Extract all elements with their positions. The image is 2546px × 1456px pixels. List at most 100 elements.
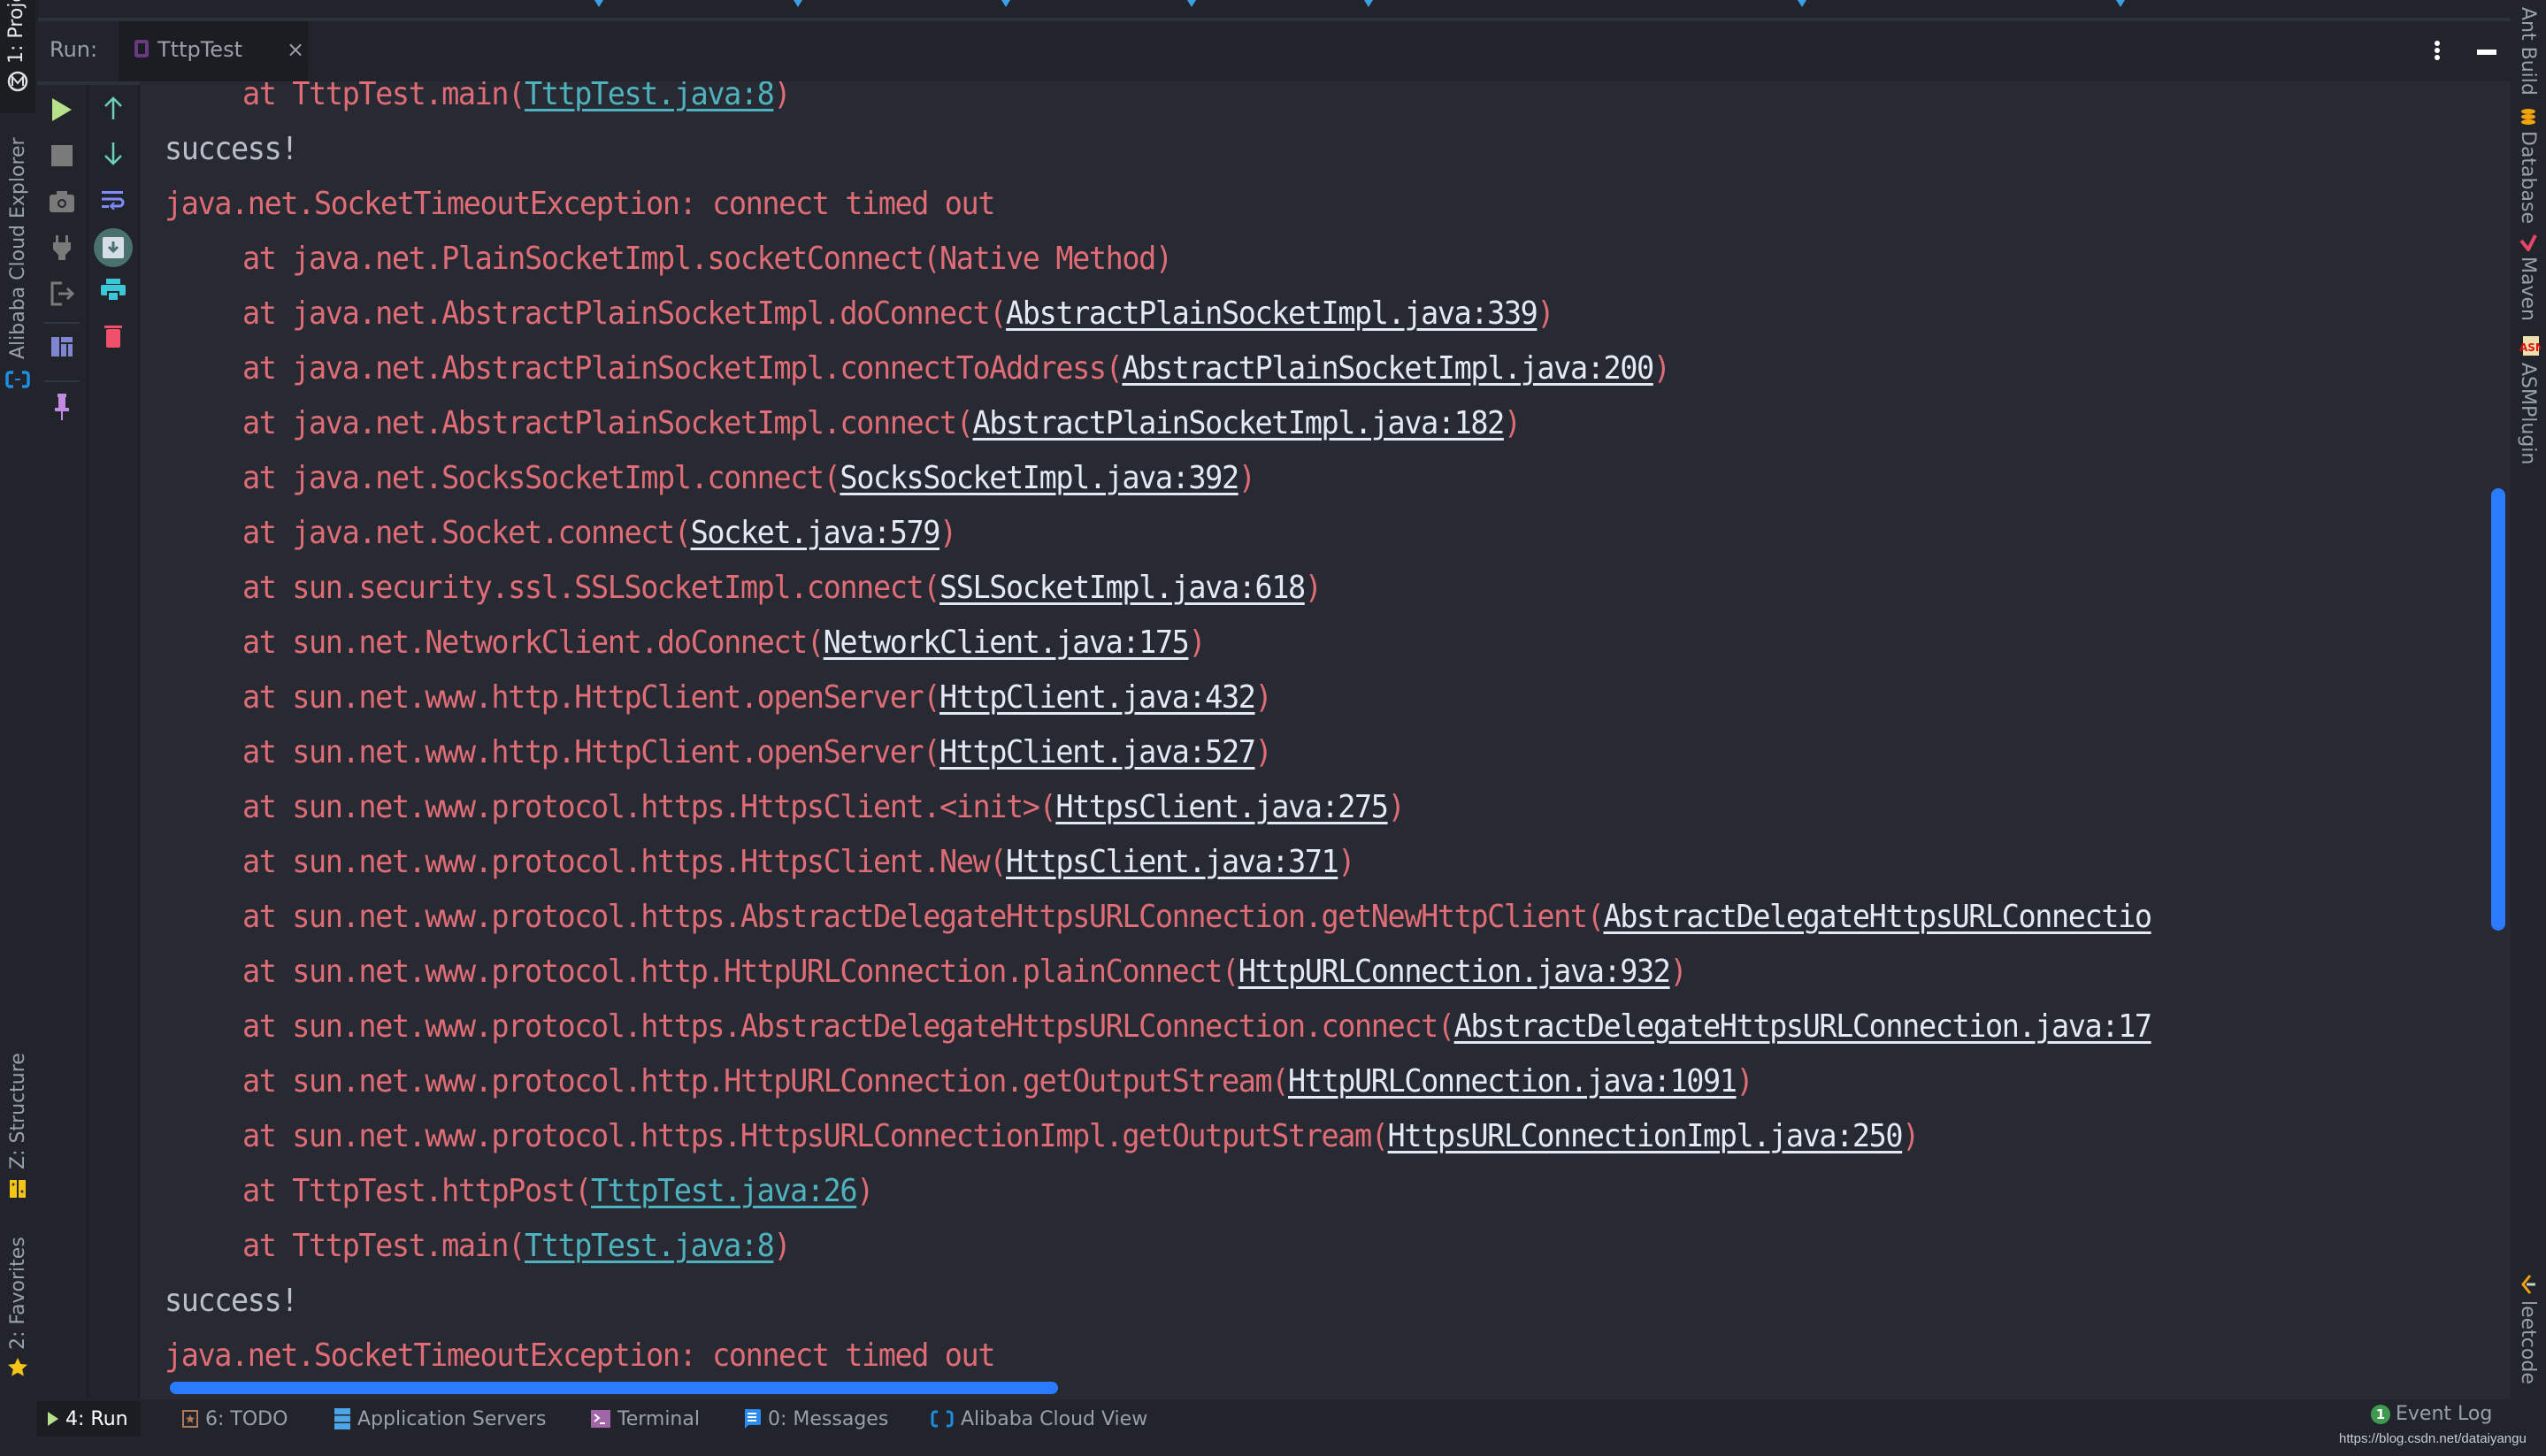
maven-icon bbox=[2519, 234, 2537, 251]
stack-frame-suffix: ) bbox=[1338, 844, 1355, 880]
stack-frame-source-link[interactable]: AbstractDelegateHttpsURLConnection.java:… bbox=[1454, 1008, 2152, 1045]
stack-frame-line: at sun.net.www.protocol.https.AbstractDe… bbox=[242, 890, 2152, 945]
stack-frame-source-link[interactable]: TttpTest.java:8 bbox=[525, 81, 775, 112]
leetcode-icon bbox=[2521, 1275, 2535, 1294]
stack-frame-suffix: ) bbox=[1188, 625, 1206, 661]
down-arrow-icon[interactable] bbox=[97, 138, 129, 170]
stack-frame-method: at TttpTest.httpPost( bbox=[242, 1173, 592, 1209]
console-line-exception: java.net.SocketTimeoutException: connect… bbox=[165, 186, 995, 222]
run-tab-title: TttpTest bbox=[157, 37, 242, 62]
up-arrow-icon[interactable] bbox=[97, 92, 129, 124]
stack-frame-method: at sun.net.www.protocol.http.HttpURLConn… bbox=[242, 954, 1239, 990]
stack-frame-method: at TttpTest.main( bbox=[242, 81, 525, 112]
print-icon[interactable] bbox=[97, 274, 129, 306]
horizontal-scrollbar[interactable] bbox=[170, 1382, 1058, 1394]
stack-frame-method: at sun.net.www.http.HttpClient.openServe… bbox=[242, 679, 940, 716]
trash-icon[interactable] bbox=[97, 320, 129, 352]
stack-frame-line: at sun.net.www.protocol.https.HttpsClien… bbox=[242, 835, 1355, 890]
event-log-count-badge: 1 bbox=[2371, 1404, 2390, 1424]
stack-frame-source-link[interactable]: HttpClient.java:527 bbox=[939, 734, 1256, 770]
project-label[interactable]: 1: Project bbox=[5, 0, 27, 64]
camera-icon[interactable] bbox=[46, 186, 78, 218]
stack-frame-line: at sun.net.www.protocol.https.AbstractDe… bbox=[242, 1000, 2152, 1054]
tab-terminal[interactable]: Terminal bbox=[591, 1401, 700, 1437]
stack-frame-line: at sun.net.www.protocol.http.HttpURLConn… bbox=[242, 945, 1688, 1000]
stack-frame-source-link[interactable]: AbstractPlainSocketImpl.java:182 bbox=[973, 405, 1506, 441]
file-icon bbox=[1001, 0, 1010, 7]
stack-frame-source-link[interactable]: NetworkClient.java:175 bbox=[824, 625, 1190, 661]
maven-label[interactable]: Maven bbox=[2517, 257, 2539, 321]
exit-icon[interactable] bbox=[46, 278, 78, 310]
file-icon bbox=[594, 0, 603, 7]
minimize-icon[interactable] bbox=[2477, 50, 2496, 55]
database-label[interactable]: Database bbox=[2517, 131, 2539, 224]
stack-frame-source-link[interactable]: TttpTest.java:8 bbox=[525, 1228, 775, 1264]
stack-frame-line: at sun.net.www.protocol.https.HttpsURLCo… bbox=[242, 1109, 1920, 1164]
stack-frame-source-link[interactable]: SSLSocketImpl.java:618 bbox=[939, 570, 1306, 606]
plug-icon[interactable] bbox=[46, 232, 78, 264]
tab-todo[interactable]: 6: TODO bbox=[182, 1401, 288, 1437]
pin-icon[interactable] bbox=[46, 391, 78, 423]
tab-messages[interactable]: 0: Messages bbox=[743, 1401, 888, 1437]
scroll-to-end-icon[interactable] bbox=[94, 228, 133, 267]
close-icon[interactable]: × bbox=[287, 37, 304, 62]
stack-frame-suffix: ) bbox=[1254, 679, 1272, 716]
event-log-button[interactable]: 1 Event Log bbox=[2371, 1403, 2492, 1425]
bottom-tool-bar: 4: Run 6: TODO Application Servers Termi… bbox=[37, 1399, 2511, 1456]
leetcode-label[interactable]: leetcode bbox=[2517, 1300, 2539, 1384]
stack-frame-suffix: ) bbox=[773, 81, 791, 112]
tab-application-servers[interactable]: Application Servers bbox=[334, 1401, 547, 1437]
rerun-icon[interactable] bbox=[46, 94, 78, 126]
stack-frame-suffix: ) bbox=[856, 1173, 874, 1209]
stack-frame-source-link[interactable]: HttpsClient.java:371 bbox=[1006, 844, 1339, 880]
stack-frame-suffix: ) bbox=[1387, 789, 1406, 825]
stack-frame-source-link[interactable]: HttpURLConnection.java:932 bbox=[1238, 954, 1671, 990]
file-icon bbox=[2116, 0, 2125, 7]
right-tool-strip: Ant Build Database Maven ASM ASMPlugin l… bbox=[2511, 0, 2546, 1456]
favorites-label[interactable]: 2: Favorites bbox=[7, 1237, 29, 1350]
ant-build-label[interactable]: Ant Build bbox=[2517, 7, 2539, 96]
stack-frame-suffix: ) bbox=[1254, 734, 1272, 770]
stack-frame-suffix: ) bbox=[1669, 954, 1688, 990]
stack-frame-source-link[interactable]: Socket.java:579 bbox=[691, 515, 941, 551]
file-icon bbox=[1364, 0, 1373, 7]
toolbar-separator bbox=[44, 322, 80, 324]
stop-icon[interactable] bbox=[46, 140, 78, 172]
stack-frame-suffix: ) bbox=[1238, 460, 1256, 496]
stack-frame-source-link[interactable]: AbstractPlainSocketImpl.java:339 bbox=[1006, 295, 1538, 332]
stack-frame-line: at java.net.Socket.connect(Socket.java:5… bbox=[242, 506, 957, 561]
tab-alibaba-cloud-view[interactable]: Alibaba Cloud View bbox=[931, 1401, 1147, 1437]
console-output[interactable]: at TttpTest.main(TttpTest.java:8) success… bbox=[140, 81, 2511, 1399]
alibaba-cloud-icon bbox=[931, 1410, 954, 1428]
soft-wrap-icon[interactable] bbox=[97, 184, 129, 216]
tab-todo-label: 6: TODO bbox=[205, 1407, 288, 1430]
stack-frame-line: at java.net.SocksSocketImpl.connect(Sock… bbox=[242, 451, 1256, 506]
stack-frame-suffix: ) bbox=[1902, 1118, 1920, 1154]
stack-frame-line: at java.net.AbstractPlainSocketImpl.conn… bbox=[242, 341, 1671, 396]
maven-m-icon bbox=[7, 71, 28, 92]
stack-frame-line: at TttpTest.main(TttpTest.java:8) bbox=[242, 1219, 792, 1274]
more-options-icon[interactable] bbox=[2433, 41, 2442, 65]
structure-label[interactable]: Z: Structure bbox=[7, 1053, 29, 1169]
stack-frame-source-link[interactable]: HttpClient.java:432 bbox=[939, 679, 1256, 716]
stack-frame-method: at java.net.Socket.connect( bbox=[242, 515, 692, 551]
stack-frame-method: at sun.net.www.protocol.https.AbstractDe… bbox=[242, 1008, 1455, 1045]
stack-frame-source-link[interactable]: TttpTest.java:26 bbox=[591, 1173, 858, 1209]
vertical-scrollbar[interactable] bbox=[2491, 488, 2505, 931]
stack-frame-source-link[interactable]: HttpURLConnection.java:1091 bbox=[1288, 1063, 1737, 1100]
stack-frame-source-link[interactable]: HttpsClient.java:275 bbox=[1055, 789, 1389, 825]
run-tab-tttptest[interactable]: TttpTest × bbox=[119, 21, 308, 81]
stack-frame-line: at sun.net.www.http.HttpClient.openServe… bbox=[242, 725, 1273, 780]
project-tool-button[interactable]: 1: Project bbox=[0, 0, 35, 113]
asmplugin-label[interactable]: ASMPlugin bbox=[2517, 363, 2539, 464]
stack-frame-source-link[interactable]: AbstractDelegateHttpsURLConnectio bbox=[1603, 899, 2152, 935]
servers-icon bbox=[334, 1408, 350, 1429]
stack-frame-source-link[interactable]: AbstractPlainSocketImpl.java:200 bbox=[1122, 350, 1654, 387]
console-line-success: success! bbox=[165, 1283, 298, 1319]
stack-frame-source-link[interactable]: HttpsURLConnectionImpl.java:250 bbox=[1388, 1118, 1904, 1154]
stack-frame-source-link[interactable]: SocksSocketImpl.java:392 bbox=[840, 460, 1239, 496]
layout-icon[interactable] bbox=[46, 331, 78, 363]
tab-run[interactable]: 4: Run bbox=[37, 1401, 141, 1437]
alibaba-cloud-explorer-label[interactable]: Alibaba Cloud Explorer bbox=[7, 137, 29, 359]
stack-frame-suffix: ) bbox=[1304, 570, 1323, 606]
